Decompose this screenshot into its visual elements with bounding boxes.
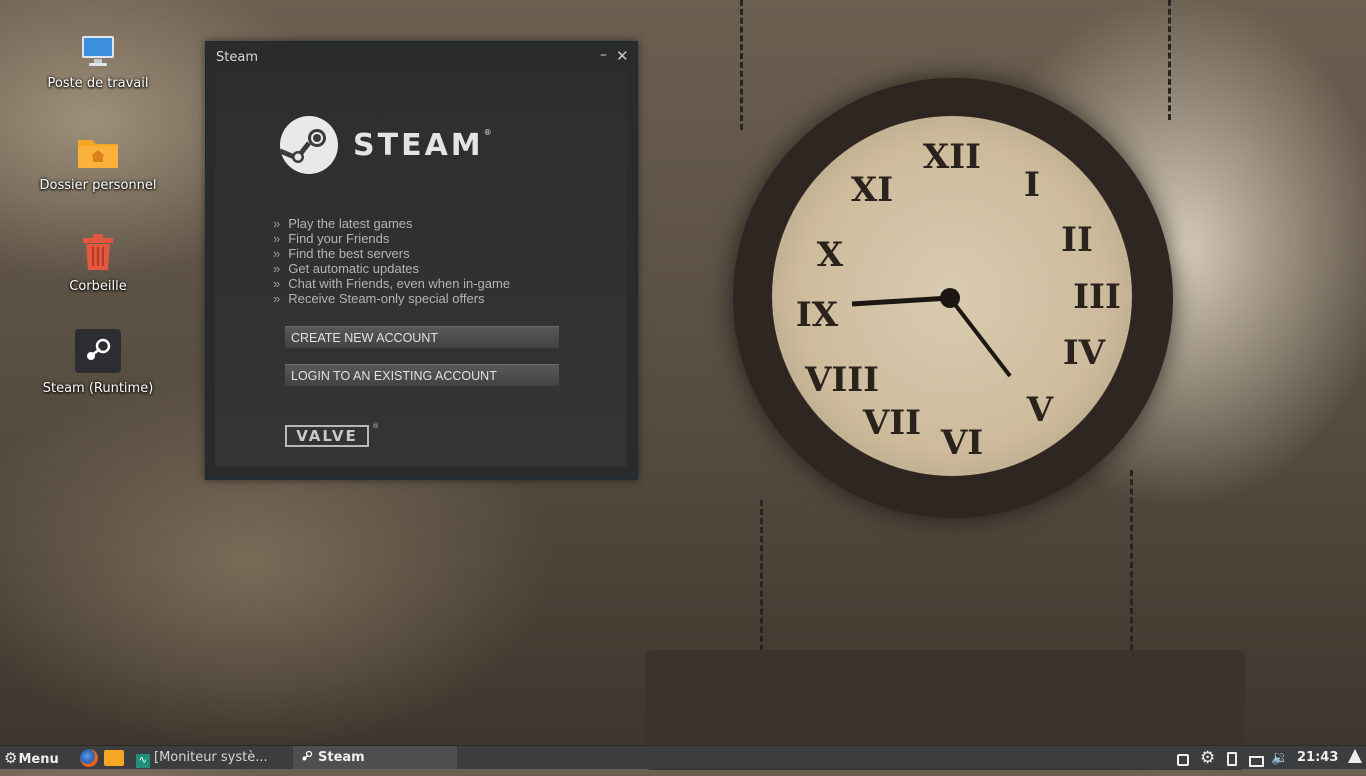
steam-wordmark: STEAM®: [353, 128, 492, 163]
window-title: Steam: [216, 50, 258, 65]
registered-mark: ®: [483, 127, 492, 137]
login-existing-account-button[interactable]: LOGIN TO AN EXISTING ACCOUNT: [285, 364, 559, 386]
feature-text: Find your Friends: [288, 231, 390, 246]
feature-text: Chat with Friends, even when in-game: [288, 276, 511, 291]
steam-wordmark-text: STEAM: [353, 127, 484, 163]
clock[interactable]: 21:43: [1297, 746, 1338, 769]
steam-logo: STEAM®: [279, 115, 492, 175]
menu-label: Menu: [18, 752, 59, 767]
task-label: [Moniteur systè...: [154, 750, 268, 765]
feature-item: » Find the best servers: [273, 246, 510, 261]
svg-text:XII: XII: [923, 137, 981, 177]
wallpaper-chain: [760, 500, 773, 660]
wallpaper-chain: [1130, 470, 1143, 660]
wallpaper-chain: [740, 0, 753, 130]
desktop-icon-label: Dossier personnel: [39, 178, 157, 193]
steam-icon: [38, 329, 158, 377]
feature-text: Find the best servers: [288, 246, 410, 261]
window-titlebar[interactable]: Steam – ✕: [206, 42, 637, 72]
wallpaper-clock-face: XII I II III IV V VI VII VIII IX X XI: [772, 116, 1132, 476]
task-system-monitor[interactable]: ∿ [Moniteur systè...: [133, 746, 285, 769]
feature-text: Receive Steam-only special offers: [288, 291, 485, 306]
task-label: Steam: [318, 750, 365, 765]
bullet: »: [273, 231, 281, 246]
clipboard-icon[interactable]: [1227, 751, 1237, 774]
menu-button[interactable]: ⚙Menu: [4, 746, 59, 769]
svg-text:VIII: VIII: [804, 360, 879, 400]
steam-window: Steam – ✕ STEAM® » Play the latest games …: [205, 41, 638, 480]
network-icon[interactable]: [1249, 752, 1264, 775]
home-folder-icon: [38, 134, 158, 174]
task-steam[interactable]: Steam: [293, 746, 457, 769]
bullet: »: [273, 276, 281, 291]
svg-text:IV: IV: [1063, 333, 1106, 373]
create-account-button[interactable]: CREATE NEW ACCOUNT: [285, 326, 559, 348]
desktop-icon-home-folder[interactable]: Dossier personnel: [38, 134, 158, 193]
steam-welcome-panel: STEAM® » Play the latest games » Find your…: [215, 72, 627, 467]
valve-logo: VALVE: [285, 425, 369, 447]
volume-icon[interactable]: 🔉: [1271, 746, 1288, 769]
tray-applet-icon[interactable]: [1177, 751, 1189, 774]
svg-text:III: III: [1073, 277, 1121, 317]
feature-item: » Get automatic updates: [273, 261, 510, 276]
desktop-icon-trash[interactable]: Corbeille: [38, 233, 158, 294]
minimize-icon[interactable]: –: [600, 47, 607, 63]
svg-text:I: I: [1024, 165, 1040, 205]
feature-list: » Play the latest games » Find your Friend…: [273, 216, 510, 306]
close-icon[interactable]: ✕: [616, 47, 629, 65]
desktop-icon-label: Poste de travail: [47, 76, 149, 91]
firefox-icon: [80, 749, 98, 767]
settings-gear-icon[interactable]: ⚙: [1200, 746, 1215, 769]
svg-text:VII: VII: [862, 403, 921, 443]
folder-icon: [104, 750, 124, 766]
desktop-icon-steam[interactable]: Steam (Runtime): [38, 329, 158, 396]
system-monitor-icon: ∿: [136, 754, 150, 768]
trash-icon: [38, 233, 158, 275]
svg-text:IX: IX: [796, 295, 839, 335]
feature-item: » Chat with Friends, even when in-game: [273, 276, 510, 291]
computer-icon: [38, 34, 158, 72]
steam-logo-icon: [279, 116, 338, 174]
desktop-icon-label: Corbeille: [69, 279, 127, 294]
svg-text:VI: VI: [940, 423, 983, 463]
taskbar: ⚙Menu ∿ [Moniteur systè... Steam ⚙ 🔉 21:4…: [0, 745, 1366, 769]
svg-text:X: X: [817, 235, 844, 275]
feature-item: » Receive Steam-only special offers: [273, 291, 510, 306]
desktop-icon-computer[interactable]: Poste de travail: [38, 34, 158, 91]
desktop-icon-label: Steam (Runtime): [42, 381, 154, 396]
svg-text:II: II: [1061, 220, 1093, 260]
feature-text: Play the latest games: [288, 216, 413, 231]
feature-item: » Find your Friends: [273, 231, 510, 246]
bullet: »: [273, 216, 281, 231]
bullet: »: [273, 291, 281, 306]
files-launcher[interactable]: [104, 749, 124, 772]
feature-text: Get automatic updates: [288, 261, 420, 276]
valve-registered-mark: ®: [372, 422, 379, 430]
bullet: »: [273, 246, 281, 261]
wallpaper-chain: [1168, 0, 1181, 120]
bullet: »: [273, 261, 281, 276]
svg-text:V: V: [1026, 390, 1054, 430]
gear-icon: ⚙: [4, 749, 18, 767]
steam-icon: [300, 748, 314, 762]
svg-text:XI: XI: [851, 170, 893, 210]
firefox-launcher[interactable]: [80, 749, 98, 772]
feature-item: » Play the latest games: [273, 216, 510, 231]
